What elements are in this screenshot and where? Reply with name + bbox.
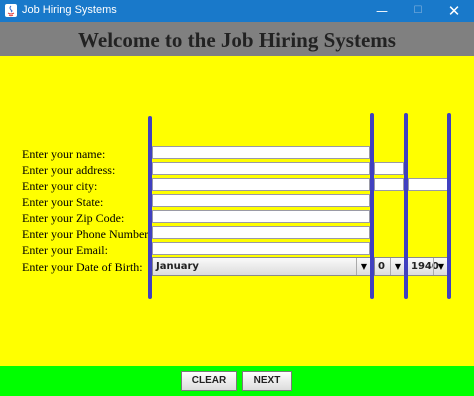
city-label: Enter your city: (22, 179, 98, 193)
day-value: 0 (378, 261, 385, 272)
clear-button[interactable]: CLEAR (181, 371, 237, 391)
city-field-extension[interactable] (374, 178, 404, 191)
address-label: Enter your address: (22, 163, 116, 177)
separator-bar (148, 116, 152, 299)
dob-label: Enter your Date of Birth: (22, 260, 143, 274)
maximize-button[interactable]: ☐ (400, 0, 436, 22)
name-label: Enter your name: (22, 147, 106, 161)
zip-label: Enter your Zip Code: (22, 211, 125, 225)
zip-field[interactable] (152, 210, 370, 223)
phone-field[interactable] (152, 226, 370, 239)
java-app-icon (5, 4, 17, 17)
window-titlebar[interactable]: Job Hiring Systems — ☐ ✕ (0, 0, 474, 22)
phone-label: Enter your Phone Number: (22, 227, 152, 241)
name-field[interactable] (152, 146, 370, 159)
header-panel: Welcome to the Job Hiring Systems (0, 22, 474, 56)
page-title: Welcome to the Job Hiring Systems (78, 28, 396, 52)
address-field[interactable] (152, 162, 370, 175)
chevron-down-icon[interactable]: ▼ (356, 258, 371, 275)
year-select[interactable]: 1940 ▼ (407, 257, 449, 276)
address-field-extension[interactable] (374, 162, 404, 175)
next-button[interactable]: NEXT (242, 371, 292, 391)
state-label: Enter your State: (22, 195, 104, 209)
month-select[interactable]: January ▼ (152, 257, 372, 276)
day-select[interactable]: 0 ▼ (374, 257, 406, 276)
month-value: January (156, 261, 199, 272)
footer-panel (0, 366, 474, 396)
email-label: Enter your Email: (22, 243, 108, 257)
city-field[interactable] (152, 178, 370, 191)
chevron-down-icon[interactable]: ▼ (433, 258, 448, 275)
window-title: Job Hiring Systems (22, 4, 117, 16)
minimize-button[interactable]: — (364, 0, 400, 22)
chevron-down-icon[interactable]: ▼ (390, 258, 405, 275)
state-field[interactable] (152, 194, 370, 207)
email-field[interactable] (152, 242, 370, 255)
separator-bar (447, 113, 451, 299)
city-field-extension-2[interactable] (408, 178, 448, 191)
close-button[interactable]: ✕ (436, 0, 472, 22)
separator-bar (370, 113, 374, 299)
separator-bar (404, 113, 408, 299)
